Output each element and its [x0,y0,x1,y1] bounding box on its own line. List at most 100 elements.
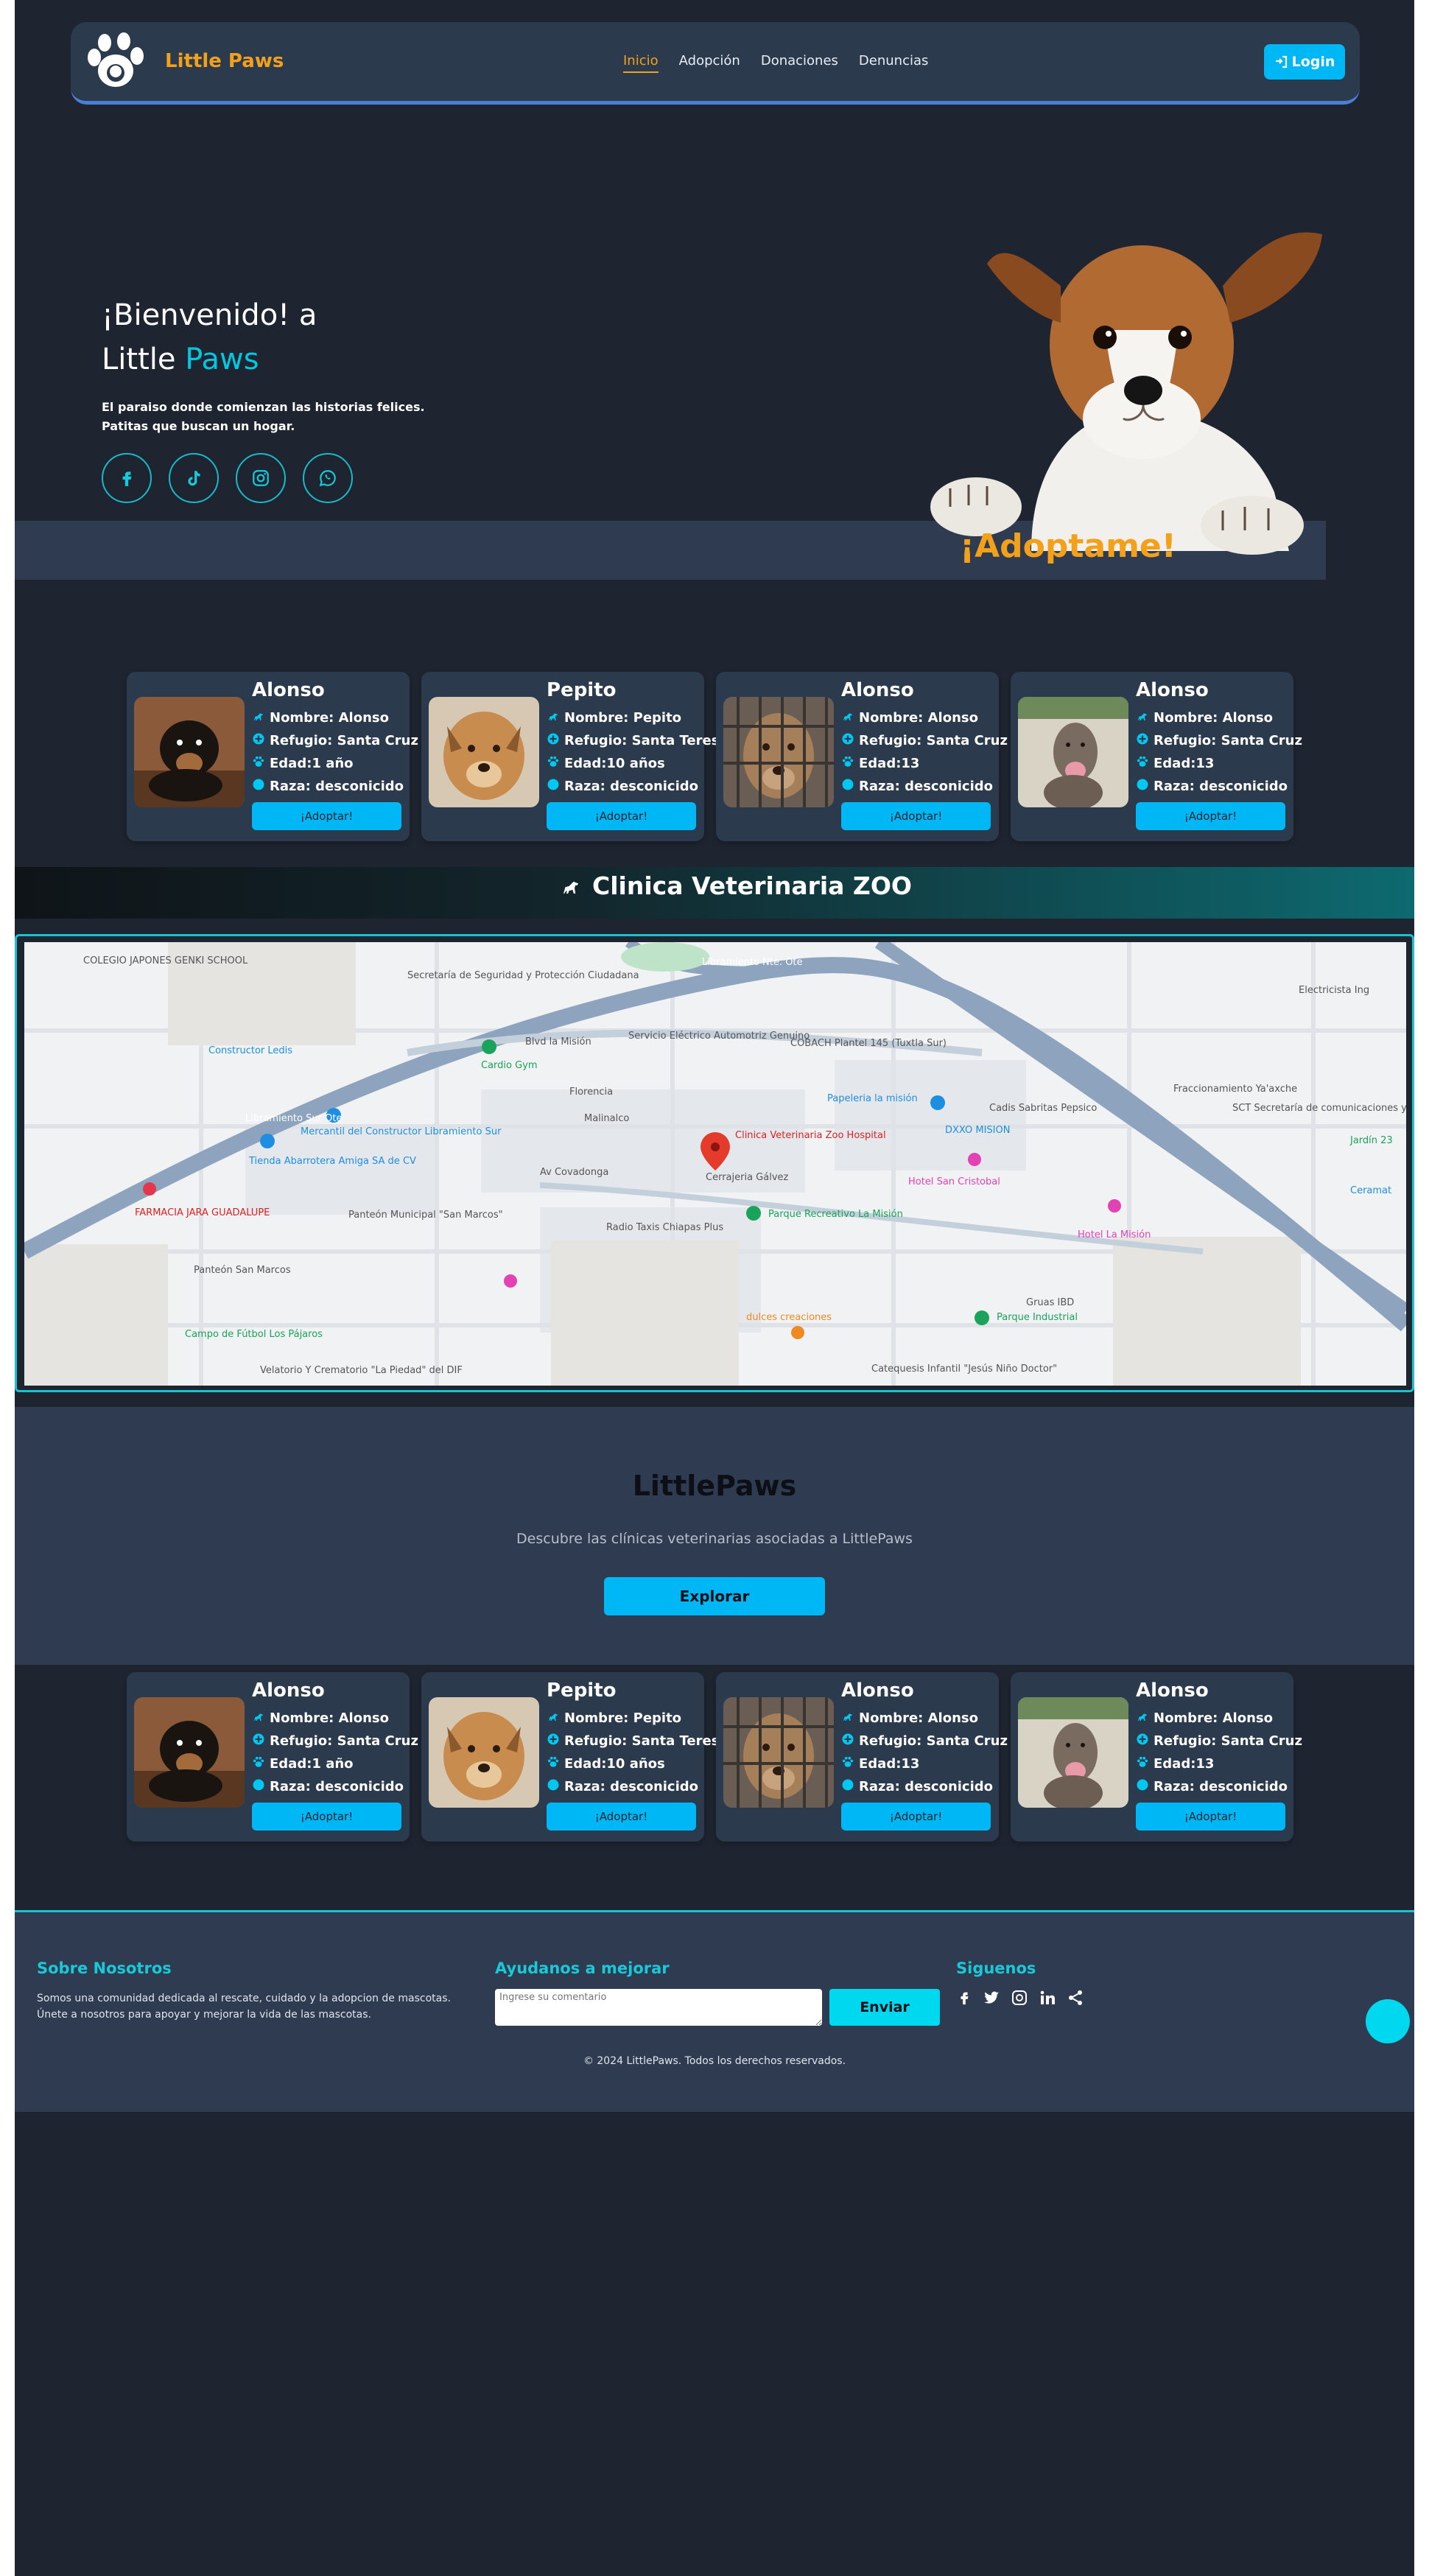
plus-circle-icon [252,732,265,749]
pet-attr-refugio: Refugio: Santa Cruz [252,1733,418,1749]
nav-link-denuncias[interactable]: Denuncias [859,53,928,73]
map-label[interactable]: DXXO MISION [945,1125,1010,1136]
map-label[interactable]: Panteón San Marcos [194,1265,291,1276]
pet-nombre: Nombre: Alonso [270,710,389,726]
dog-icon [252,1710,265,1727]
map-label[interactable]: Blvd la Misión [525,1036,591,1047]
send-button[interactable]: Enviar [829,1989,940,2026]
explore-button[interactable]: Explorar [604,1577,825,1615]
map-label[interactable]: Cadis Sabritas Pepsico [989,1103,1097,1114]
adopt-button[interactable]: ¡Adoptar! [841,1803,991,1831]
map-label[interactable]: Libramiento Sur Ote [245,1113,342,1124]
dot-icon [252,1778,265,1795]
map-label[interactable]: Catequesis Infantil "Jesús Niño Doctor" [871,1364,1057,1375]
paw-icon [1136,755,1149,772]
adopt-button[interactable]: ¡Adoptar! [547,802,696,830]
pet-name: Pepito [547,679,617,701]
instagram-icon[interactable] [236,453,286,503]
map-label[interactable]: Hotel La Misión [1078,1229,1151,1240]
pet-nombre: Nombre: Pepito [564,1710,682,1726]
instagram-icon[interactable] [1011,1989,1028,2007]
tiktok-icon[interactable] [169,453,219,503]
pet-raza: Raza: desconicido [270,1779,404,1794]
adopt-button[interactable]: ¡Adoptar! [841,802,991,830]
dog-icon [547,1710,560,1727]
login-button[interactable]: Login [1264,44,1345,80]
map-label[interactable]: Parque Recreativo La Misión [768,1209,903,1220]
paw-logo-icon[interactable] [84,32,147,91]
paw-icon [252,1755,265,1772]
map-label[interactable]: Av Covadonga [540,1167,608,1178]
brand-name[interactable]: Little Paws [165,50,284,72]
whatsapp-icon[interactable] [303,453,353,503]
map-label[interactable]: Jardín 23 [1350,1135,1393,1146]
pet-name: Alonso [841,679,914,701]
map-label[interactable]: Mercantil del Constructor Libramiento Su… [301,1126,501,1137]
map-label[interactable]: Parque Industrial [997,1312,1078,1323]
pet-attr-refugio: Refugio: Santa Teresa [547,732,728,749]
pet-photo [429,697,539,807]
map-label[interactable]: Ceramat [1350,1185,1391,1196]
hero-description: El paraiso donde comienzan las historias… [102,398,470,436]
map-label[interactable]: Clinica Veterinaria Zoo Hospital [735,1130,886,1141]
map-label[interactable]: Servicio Eléctrico Automotriz Genuino [628,1031,810,1042]
pet-attr-refugio: Refugio: Santa Cruz [1136,732,1302,749]
map-label[interactable]: Malinalco [584,1113,629,1124]
clinic-title-label: Clinica Veterinaria ZOO [592,871,912,900]
map-label[interactable]: COBACH Plantel 145 (Tuxtla Sur) [790,1038,947,1049]
pet-attr-nombre: Nombre: Pepito [547,1710,681,1727]
floating-action-button[interactable] [1366,1999,1410,2043]
map-label[interactable]: Gruas IBD [1026,1297,1074,1308]
nav-link-adopcion[interactable]: Adopción [679,53,740,73]
adopt-button[interactable]: ¡Adoptar! [547,1803,696,1831]
hero-title-paws: Paws [185,343,259,376]
map-label[interactable]: Campo de Fútbol Los Pájaros [185,1329,323,1340]
map-label[interactable]: Hotel San Cristobal [908,1176,1000,1187]
comment-input[interactable] [495,1989,822,2026]
share-icon[interactable] [1067,1989,1084,2007]
pet-cards-top: Alonso Nombre: Alonso Refugio: Santa Cruz E… [127,672,1302,841]
paw-icon [547,755,560,772]
map-label[interactable]: Papeleria la misión [827,1093,918,1104]
map-label[interactable]: FARMACIA JARA GUADALUPE [135,1207,270,1218]
adopt-button[interactable]: ¡Adoptar! [252,1803,401,1831]
littlepaws-title: LittlePaws [632,1470,797,1502]
pet-attr-edad: Edad:13 [1136,755,1214,772]
map-label[interactable]: Panteón Municipal "San Marcos" [348,1210,503,1221]
map-label[interactable]: Radio Taxis Chiapas Plus [606,1222,723,1233]
adopt-banner: ¡Adoptame! [960,527,1176,565]
adopt-button[interactable]: ¡Adoptar! [252,802,401,830]
adopt-button[interactable]: ¡Adoptar! [1136,1803,1285,1831]
pet-refugio: Refugio: Santa Cruz [859,733,1008,748]
facebook-icon[interactable] [102,453,152,503]
clinic-map[interactable]: COLEGIO JAPONES GENKI SCHOOL Secretaría d… [24,942,1406,1386]
map-label[interactable]: COLEGIO JAPONES GENKI SCHOOL [83,955,247,966]
pet-attr-edad: Edad:13 [841,755,919,772]
map-label[interactable]: Electricista Ing [1299,985,1369,996]
map-label[interactable]: Tienda Abarrotera Amiga SA de CV [249,1156,416,1167]
pet-attr-nombre: Nombre: Alonso [252,709,389,726]
map-label[interactable]: Cardio Gym [481,1060,538,1071]
twitter-icon[interactable] [983,1989,1000,2007]
map-label[interactable]: dulces creaciones [746,1312,832,1323]
dot-icon [252,778,265,795]
linkedin-icon[interactable] [1039,1989,1056,2007]
map-label[interactable]: Constructor Ledis [208,1045,292,1056]
map-label[interactable]: Libramiento Nte. Ote [702,957,803,968]
map-label[interactable]: SCT Secretaría de comunicaciones y [1232,1103,1406,1114]
navbar: Little Paws Inicio Adopción Donaciones D… [71,22,1360,105]
map-label[interactable]: Florencia [569,1087,613,1098]
map-label[interactable]: Velatorio Y Crematorio "La Piedad" del D… [260,1365,463,1376]
pet-refugio: Refugio: Santa Cruz [1154,733,1302,748]
nav-link-donaciones[interactable]: Donaciones [761,53,838,73]
pet-attr-refugio: Refugio: Santa Cruz [252,732,418,749]
facebook-icon[interactable] [956,1989,972,2007]
map-label[interactable]: Fraccionamiento Ya'axche [1173,1084,1297,1095]
hero-title-line2: Little Paws [102,337,317,382]
dot-icon [1136,1778,1149,1795]
map-label[interactable]: Cerrajeria Gálvez [706,1172,788,1183]
dog-hero-image [930,232,1322,555]
adopt-button[interactable]: ¡Adoptar! [1136,802,1285,830]
map-label[interactable]: Secretaría de Seguridad y Protección Ciu… [407,970,639,981]
nav-link-inicio[interactable]: Inicio [623,53,659,73]
